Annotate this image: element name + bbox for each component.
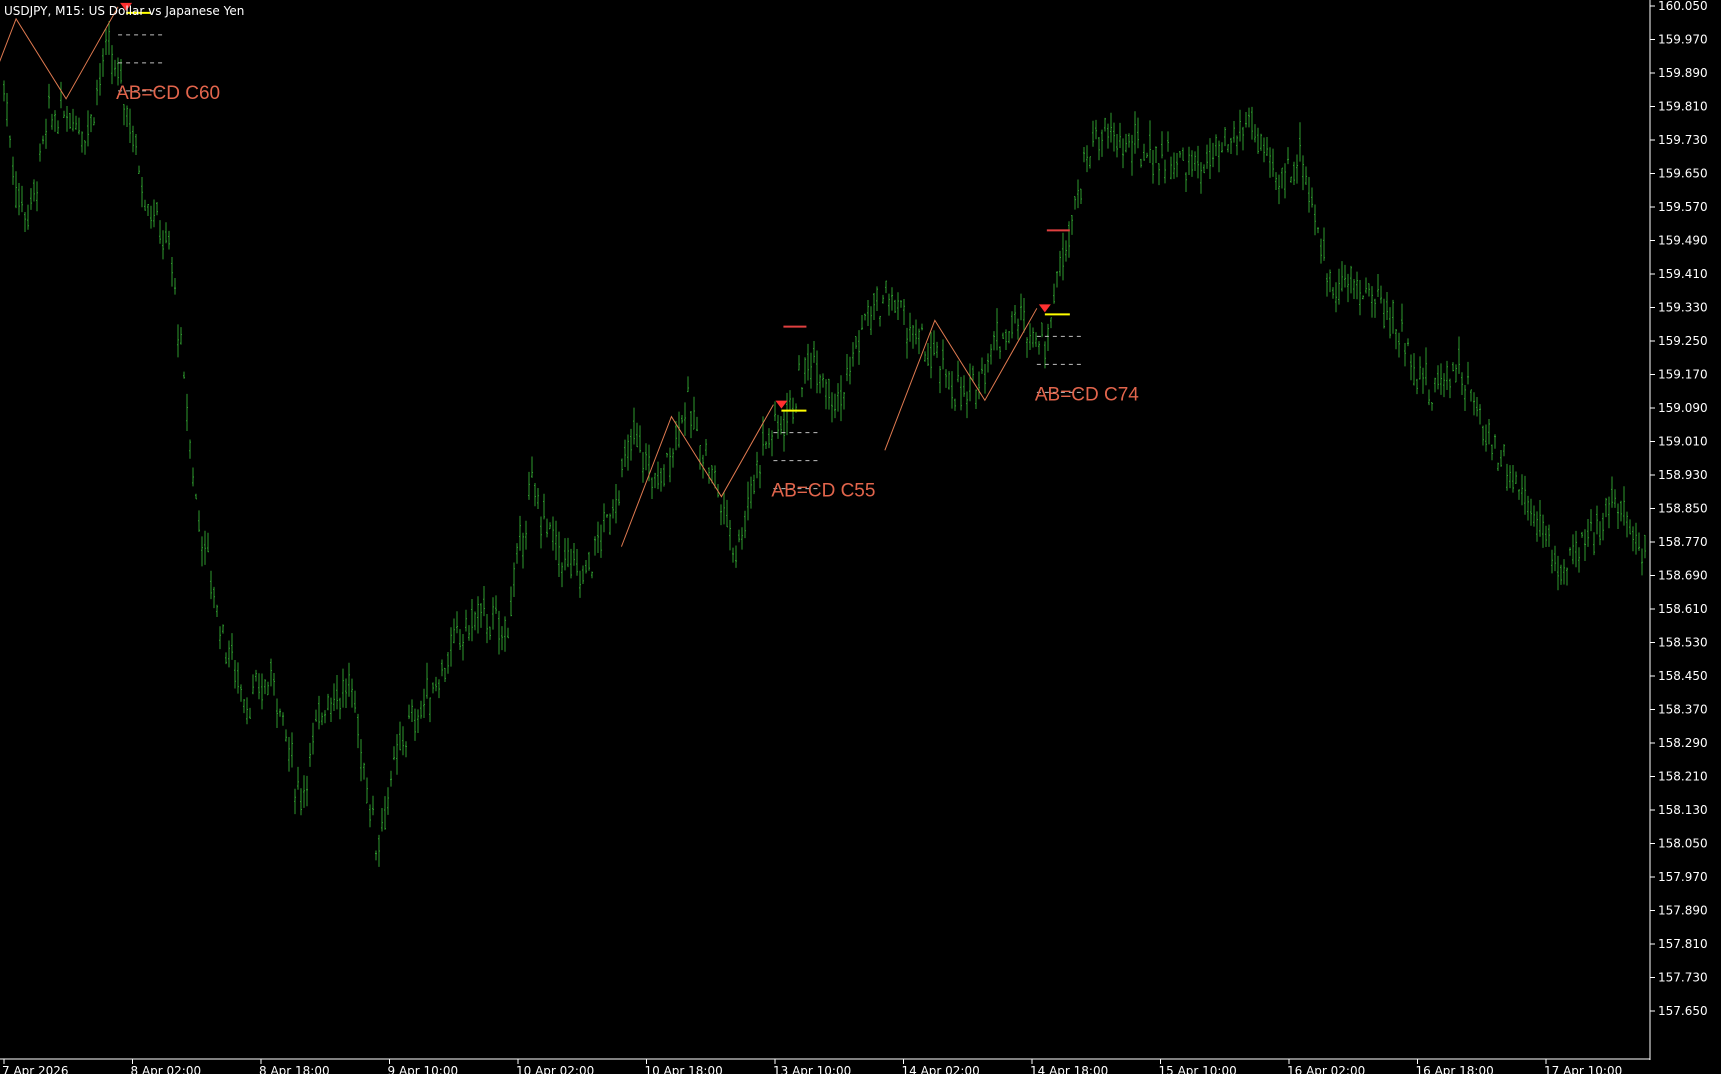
price-tick-label: 158.290 (1658, 736, 1708, 750)
price-tick-label: 160.050 (1658, 0, 1708, 13)
price-tick-label: 157.810 (1658, 937, 1708, 951)
price-tick-label: 158.450 (1658, 669, 1708, 683)
time-tick-label: 8 Apr 18:00 (259, 1064, 330, 1074)
time-tick-label: 14 Apr 02:00 (902, 1064, 980, 1074)
time-tick-label: 14 Apr 18:00 (1030, 1064, 1108, 1074)
chart-title: USDJPY, M15: US Dollar vs Japanese Yen (4, 4, 244, 18)
price-tick-label: 159.010 (1658, 435, 1708, 449)
price-tick-label: 159.730 (1658, 133, 1708, 147)
price-tick-label: 158.130 (1658, 803, 1708, 817)
price-tick-label: 159.650 (1658, 167, 1708, 181)
price-tick-label: 158.610 (1658, 602, 1708, 616)
price-tick-label: 157.890 (1658, 904, 1708, 918)
price-tick-label: 157.970 (1658, 870, 1708, 884)
time-tick-label: 16 Apr 02:00 (1287, 1064, 1365, 1074)
price-tick-label: 158.530 (1658, 636, 1708, 650)
price-axis[interactable]: 160.050 159.970 159.890 159.810 159.730 159.6… (1649, 0, 1708, 1060)
time-tick-label: 10 Apr 02:00 (516, 1064, 594, 1074)
price-tick-label: 159.970 (1658, 33, 1708, 47)
time-axis[interactable]: 7 Apr 2026 8 Apr 02:00 8 Apr 18:00 9 Apr 10… (0, 1058, 1650, 1074)
time-tick-label: 17 Apr 10:00 (1544, 1064, 1622, 1074)
time-tick-label: 13 Apr 10:00 (773, 1064, 851, 1074)
pattern-overlays: AB=CD C60AB=CD C55AB=CD C74AB=CD C76AB=C… (0, 2, 1139, 547)
pattern-label: AB=CD C60 (116, 83, 220, 104)
time-tick-label: 9 Apr 10:00 (388, 1064, 459, 1074)
price-tick-label: 159.570 (1658, 200, 1708, 214)
price-tick-label: 159.490 (1658, 234, 1708, 248)
time-tick-label: 7 Apr 2026 (2, 1064, 69, 1074)
time-tick-label: 16 Apr 18:00 (1416, 1064, 1494, 1074)
price-tick-label: 158.210 (1658, 770, 1708, 784)
price-tick-label: 158.770 (1658, 535, 1708, 549)
price-tick-label: 159.170 (1658, 368, 1708, 382)
price-tick-label: 159.250 (1658, 334, 1708, 348)
price-tick-label: 159.890 (1658, 66, 1708, 80)
time-tick-label: 10 Apr 18:00 (645, 1064, 723, 1074)
price-tick-label: 158.370 (1658, 703, 1708, 717)
pattern-label: AB=CD C74 (1035, 384, 1139, 405)
candle-series (3, 21, 1646, 867)
time-tick-label: 15 Apr 10:00 (1159, 1064, 1237, 1074)
chart-canvas[interactable]: AB=CD C60AB=CD C55AB=CD C74AB=CD C76AB=C… (0, 0, 1721, 1074)
price-tick-label: 159.090 (1658, 401, 1708, 415)
price-tick-label: 159.810 (1658, 100, 1708, 114)
price-tick-label: 159.330 (1658, 301, 1708, 315)
price-tick-label: 158.050 (1658, 837, 1708, 851)
time-tick-label: 8 Apr 02:00 (131, 1064, 202, 1074)
price-tick-label: 158.930 (1658, 468, 1708, 482)
price-tick-label: 158.850 (1658, 502, 1708, 516)
pattern-label: AB=CD C55 (771, 481, 875, 502)
price-tick-label: 158.690 (1658, 569, 1708, 583)
sell-arrow-icon[interactable] (1038, 304, 1051, 313)
price-tick-label: 159.410 (1658, 267, 1708, 281)
price-tick-label: 157.650 (1658, 1004, 1708, 1018)
price-tick-label: 157.730 (1658, 971, 1708, 985)
sell-arrow-icon[interactable] (775, 400, 788, 409)
